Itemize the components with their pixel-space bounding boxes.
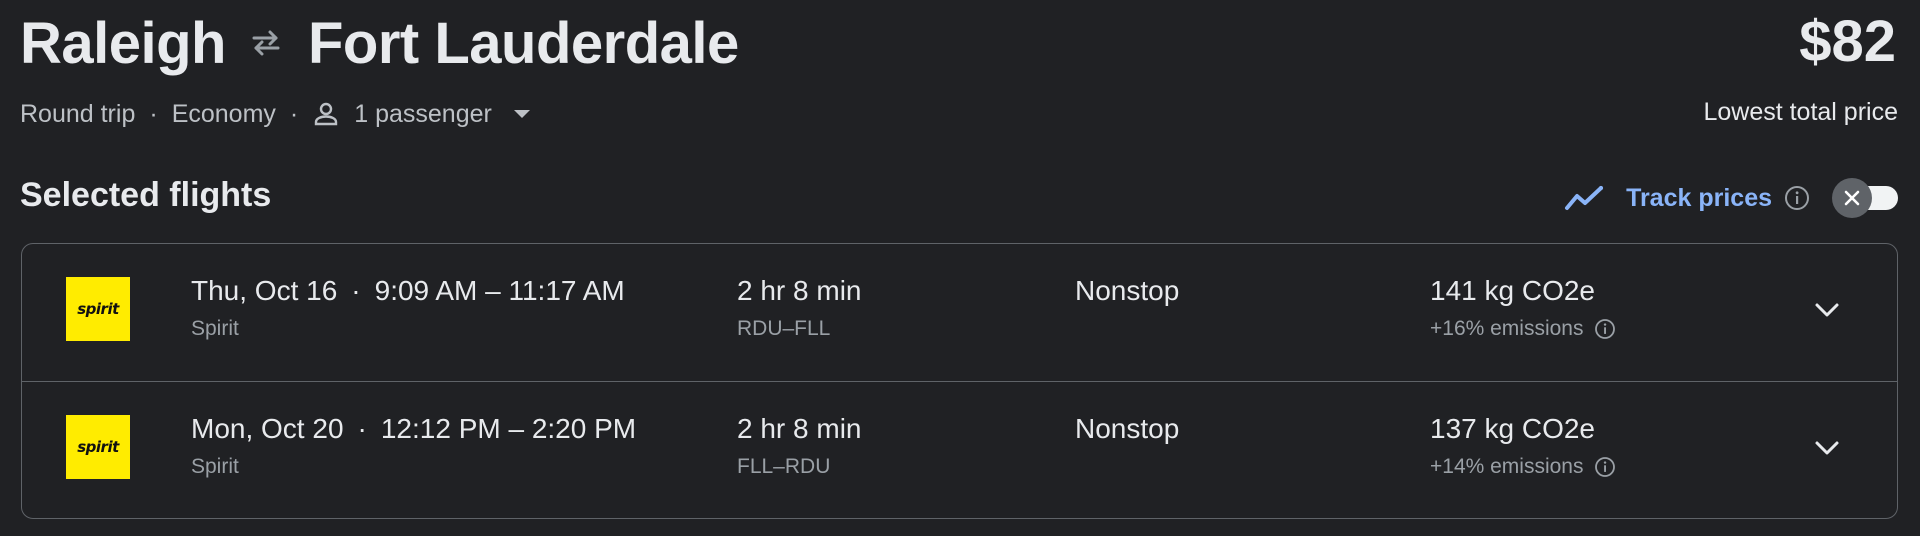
stops-value: Nonstop [1075, 275, 1180, 306]
route-header: Raleigh Fort Lauderdale $82 [20, 8, 1900, 78]
toggle-knob [1832, 178, 1872, 218]
selected-flights-card: spirit Thu, Oct 16 · 9:09 AM – 11:17 AM Sp… [21, 243, 1898, 519]
price-label: Lowest total price [1703, 98, 1898, 126]
cabin-class: Economy [171, 99, 276, 128]
person-icon [312, 100, 340, 128]
flight-duration: 2 hr 8 min FLL–RDU [737, 412, 862, 482]
airline-name: Spirit [191, 317, 239, 340]
flight-duration: 2 hr 8 min RDU–FLL [737, 274, 862, 344]
chevron-down-icon[interactable] [1807, 290, 1847, 330]
co2-value: 137 kg CO2e [1430, 413, 1595, 444]
separator-dot: · [289, 99, 299, 128]
info-icon[interactable] [1784, 185, 1810, 211]
total-price: $82 [1799, 9, 1896, 74]
passenger-count: 1 passenger [354, 99, 492, 128]
stops-value: Nonstop [1075, 413, 1180, 444]
route-codes: FLL–RDU [737, 455, 831, 478]
route-title: Raleigh Fort Lauderdale [20, 10, 739, 77]
separator-dot: · [149, 99, 158, 128]
chevron-down-icon[interactable] [1807, 428, 1847, 468]
flight-stops: Nonstop [1075, 274, 1179, 308]
duration-value: 2 hr 8 min [737, 413, 862, 444]
caret-down-icon [513, 110, 530, 118]
track-prices-label[interactable]: Track prices [1626, 184, 1772, 213]
info-icon[interactable] [1594, 318, 1616, 340]
flight-row[interactable]: spirit Mon, Oct 20 · 12:12 PM – 2:20 PM Sp… [22, 382, 1897, 519]
airline-name: Spirit [191, 455, 239, 478]
duration-value: 2 hr 8 min [737, 275, 862, 306]
swap-arrows-icon[interactable] [246, 23, 286, 63]
flight-date: Thu, Oct 16 [191, 275, 338, 306]
airline-logo-text: spirit [77, 300, 119, 318]
flight-row[interactable]: spirit Thu, Oct 16 · 9:09 AM – 11:17 AM Sp… [22, 244, 1897, 382]
track-prices-toggle[interactable] [1832, 178, 1900, 218]
trend-line-icon [1564, 184, 1606, 212]
flight-date: Mon, Oct 20 [191, 413, 344, 444]
flight-stops: Nonstop [1075, 412, 1179, 446]
flight-times: Thu, Oct 16 · 9:09 AM – 11:17 AM Spirit [191, 274, 625, 344]
separator-dot: · [357, 413, 367, 444]
emissions-delta: +14% emissions [1430, 455, 1584, 478]
separator-dot: · [351, 275, 361, 306]
airline-logo: spirit [66, 415, 130, 479]
passenger-selector[interactable]: 1 passenger [312, 100, 530, 129]
track-prices-control: Track prices [1564, 178, 1900, 218]
origin-city: Raleigh [20, 10, 227, 76]
section-title: Selected flights [20, 176, 272, 214]
emissions-delta: +16% emissions [1430, 317, 1584, 340]
route-codes: RDU–FLL [737, 317, 831, 340]
trip-type: Round trip [20, 99, 136, 128]
airline-logo-text: spirit [77, 438, 119, 456]
flight-times: Mon, Oct 20 · 12:12 PM – 2:20 PM Spirit [191, 412, 636, 482]
close-icon [1842, 188, 1862, 208]
info-icon[interactable] [1594, 456, 1616, 478]
flight-time-range: 12:12 PM – 2:20 PM [380, 413, 637, 444]
airline-logo: spirit [66, 277, 130, 341]
flight-time-range: 9:09 AM – 11:17 AM [374, 275, 625, 306]
flight-emissions: 137 kg CO2e +14% emissions [1430, 412, 1616, 482]
trip-options: Round trip · Economy · 1 passenger [20, 96, 530, 132]
co2-value: 141 kg CO2e [1430, 275, 1595, 306]
flight-emissions: 141 kg CO2e +16% emissions [1430, 274, 1616, 344]
destination-city: Fort Lauderdale [308, 10, 739, 76]
